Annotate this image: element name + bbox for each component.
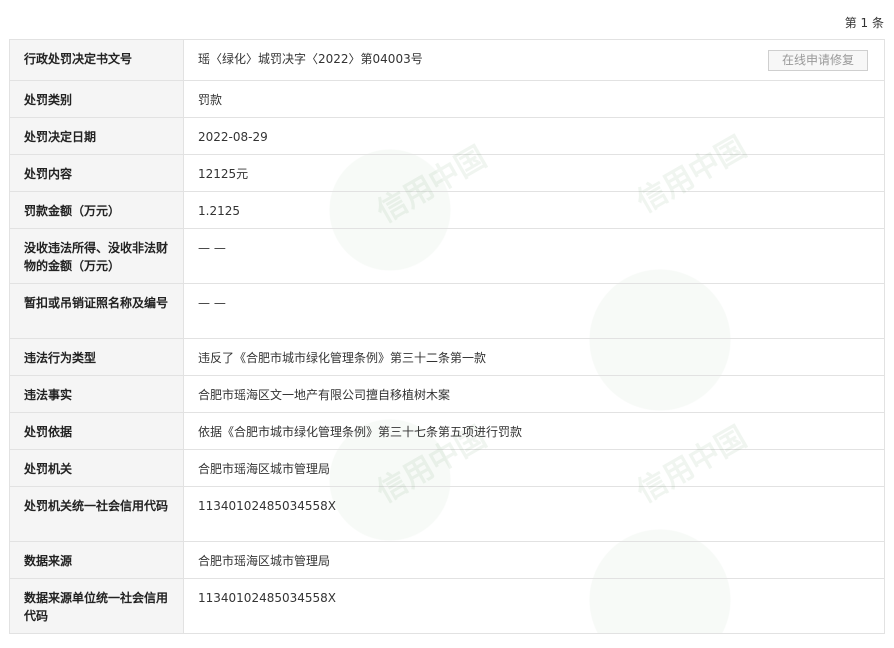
apply-repair-button[interactable]: 在线申请修复 xyxy=(768,50,868,71)
field-value: 合肥市瑶海区城市管理局 xyxy=(198,554,331,568)
table-row: 处罚类别 罚款 xyxy=(10,81,884,118)
table-row: 处罚内容 12125元 xyxy=(10,155,884,192)
field-value: 依据《合肥市城市绿化管理条例》第三十七条第五项进行罚款 xyxy=(198,425,523,439)
table-row: 罚款金额（万元） 1.2125 xyxy=(10,192,884,229)
table-row: 数据来源单位统一社会信用代码 11340102485034558X xyxy=(10,579,884,633)
field-label: 处罚机关统一社会信用代码 xyxy=(10,487,184,541)
table-row: 处罚机关 合肥市瑶海区城市管理局 xyxy=(10,450,884,487)
table-row: 违法事实 合肥市瑶海区文一地产有限公司擅自移植树木案 xyxy=(10,376,884,413)
field-label: 处罚机关 xyxy=(10,450,184,486)
field-label: 处罚决定日期 xyxy=(10,118,184,154)
table-row: 违法行为类型 违反了《合肥市城市绿化管理条例》第三十二条第一款 xyxy=(10,339,884,376)
field-value: — — xyxy=(198,296,226,310)
table-row: 没收违法所得、没收非法财物的金额（万元） — — xyxy=(10,229,884,284)
field-label: 处罚依据 xyxy=(10,413,184,449)
field-value: 12125元 xyxy=(198,167,249,181)
field-value: 合肥市瑶海区城市管理局 xyxy=(198,462,331,476)
table-row: 暂扣或吊销证照名称及编号 — — xyxy=(10,284,884,339)
field-value: 11340102485034558X xyxy=(198,591,337,605)
field-label: 行政处罚决定书文号 xyxy=(10,40,184,80)
field-value: 11340102485034558X xyxy=(198,499,337,513)
field-label: 数据来源单位统一社会信用代码 xyxy=(10,579,184,633)
field-value: 违反了《合肥市城市绿化管理条例》第三十二条第一款 xyxy=(198,351,487,365)
field-label: 处罚类别 xyxy=(10,81,184,117)
field-label: 没收违法所得、没收非法财物的金额（万元） xyxy=(10,229,184,283)
table-row: 行政处罚决定书文号 瑶〈绿化〉城罚决字〈2022〉第04003号 在线申请修复 xyxy=(10,40,884,81)
field-label: 暂扣或吊销证照名称及编号 xyxy=(10,284,184,338)
decision-number: 瑶〈绿化〉城罚决字〈2022〉第04003号 xyxy=(198,52,423,66)
field-value: 罚款 xyxy=(198,93,223,107)
field-label: 违法事实 xyxy=(10,376,184,412)
field-label: 数据来源 xyxy=(10,542,184,578)
table-row: 处罚依据 依据《合肥市城市绿化管理条例》第三十七条第五项进行罚款 xyxy=(10,413,884,450)
field-value: 合肥市瑶海区文一地产有限公司擅自移植树木案 xyxy=(198,388,451,402)
field-label: 罚款金额（万元） xyxy=(10,192,184,228)
field-value: 2022-08-29 xyxy=(198,130,268,144)
table-row: 处罚机关统一社会信用代码 11340102485034558X xyxy=(10,487,884,542)
field-label: 违法行为类型 xyxy=(10,339,184,375)
penalty-detail-table: 信用中国 信用中国 信用中国 信用中国 行政处罚决定书文号 瑶〈绿化〉城罚决字〈… xyxy=(9,39,885,634)
field-label: 处罚内容 xyxy=(10,155,184,191)
field-value: 瑶〈绿化〉城罚决字〈2022〉第04003号 在线申请修复 xyxy=(184,40,884,80)
record-count: 第 1 条 xyxy=(844,16,884,30)
field-value: — — xyxy=(198,241,226,255)
table-row: 数据来源 合肥市瑶海区城市管理局 xyxy=(10,542,884,579)
field-value: 1.2125 xyxy=(198,204,240,218)
table-row: 处罚决定日期 2022-08-29 xyxy=(10,118,884,155)
